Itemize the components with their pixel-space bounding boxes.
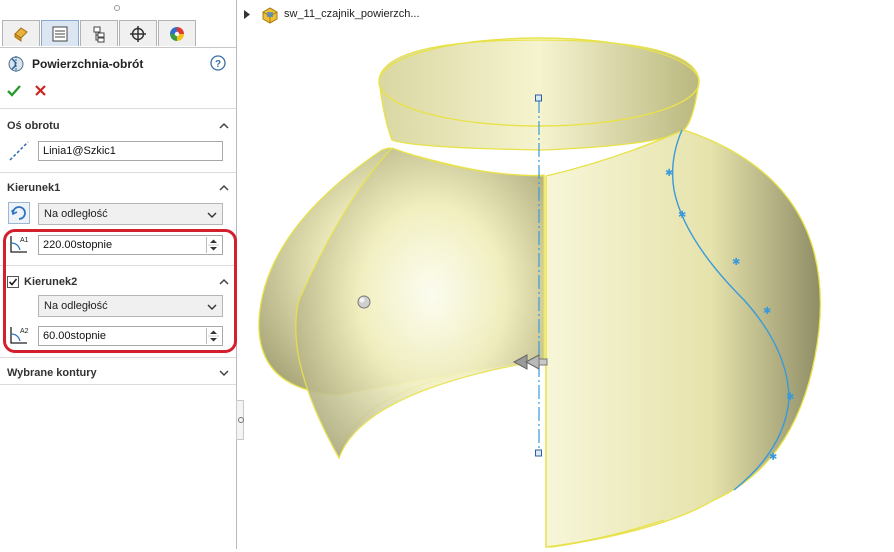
color-wheel-icon	[170, 26, 184, 41]
part-name-label: sw_11_czajnik_powierzch...	[284, 8, 420, 20]
property-manager-panel: Powierzchnia-obrót ? Oś obrotu Linia1@Sz…	[0, 0, 237, 549]
section-axis-title: Oś obrotu	[7, 120, 60, 132]
x-icon[interactable]	[35, 85, 46, 96]
feature-title: Powierzchnia-obrót	[32, 57, 144, 71]
panel-grip-handle[interactable]	[114, 5, 120, 11]
direction1-type-value: Na odległość	[44, 208, 108, 220]
checkmark-icon[interactable]	[7, 84, 21, 97]
chevron-up-icon[interactable]	[219, 183, 229, 193]
revolve-surface-icon	[8, 56, 24, 72]
svg-text:?: ?	[215, 59, 221, 70]
section-contours-title: Wybrane kontury	[7, 367, 97, 379]
tab-property-manager[interactable]	[41, 20, 79, 46]
svg-text:✱: ✱	[769, 452, 777, 463]
section-direction1-title: Kierunek1	[7, 182, 61, 194]
section-divider	[0, 357, 236, 358]
section-divider	[0, 384, 236, 385]
surface-right-part	[545, 129, 821, 548]
svg-text:✱: ✱	[786, 392, 794, 403]
part-icon	[262, 7, 278, 24]
reverse-direction-button[interactable]	[8, 202, 30, 224]
axis-selection-field[interactable]: Linia1@Szkic1	[38, 141, 223, 161]
feature-manager-icon	[14, 26, 28, 42]
reverse-direction-icon	[11, 206, 26, 220]
axis-line-icon	[9, 141, 29, 161]
expand-arrow-icon[interactable]	[244, 10, 250, 19]
feature-title-row: Powierzchnia-obrót ?	[0, 52, 236, 76]
section-axis-header[interactable]: Oś obrotu	[0, 117, 236, 135]
panel-splitter[interactable]	[236, 400, 244, 440]
tab-dimxpert-manager[interactable]	[119, 20, 157, 46]
direction1-type-select[interactable]: Na odległość	[38, 203, 223, 225]
property-manager-icon	[52, 26, 68, 41]
svg-text:✱: ✱	[678, 210, 686, 221]
help-icon[interactable]: ?	[210, 55, 226, 71]
tab-feature-manager[interactable]	[2, 20, 40, 46]
highlight-annotation	[3, 229, 237, 353]
chevron-up-icon[interactable]	[219, 121, 229, 131]
section-divider	[0, 172, 236, 173]
crosshair-icon	[130, 25, 146, 42]
chevron-down-icon	[207, 212, 217, 218]
manager-tab-bar	[0, 18, 236, 48]
tab-configuration-manager[interactable]	[80, 20, 118, 46]
model-render[interactable]: ✱ ✱ ✱ ✱ ✱ ✱	[244, 0, 894, 549]
axis-endpoint-bottom[interactable]	[535, 449, 542, 457]
section-direction1-header[interactable]: Kierunek1	[0, 179, 236, 197]
svg-text:✱: ✱	[763, 306, 771, 317]
configuration-manager-icon	[93, 26, 105, 42]
section-contours-header[interactable]: Wybrane kontury	[0, 364, 236, 382]
section-divider	[0, 108, 236, 109]
tab-display-manager[interactable]	[158, 20, 196, 46]
graphics-viewport[interactable]: ✱ ✱ ✱ ✱ ✱ ✱	[244, 0, 894, 549]
svg-text:✱: ✱	[665, 168, 673, 179]
svg-text:✱: ✱	[732, 257, 740, 268]
axis-endpoint-top[interactable]	[535, 94, 542, 102]
rotate-cursor-icon	[357, 295, 371, 309]
chevron-down-icon[interactable]	[219, 368, 229, 378]
